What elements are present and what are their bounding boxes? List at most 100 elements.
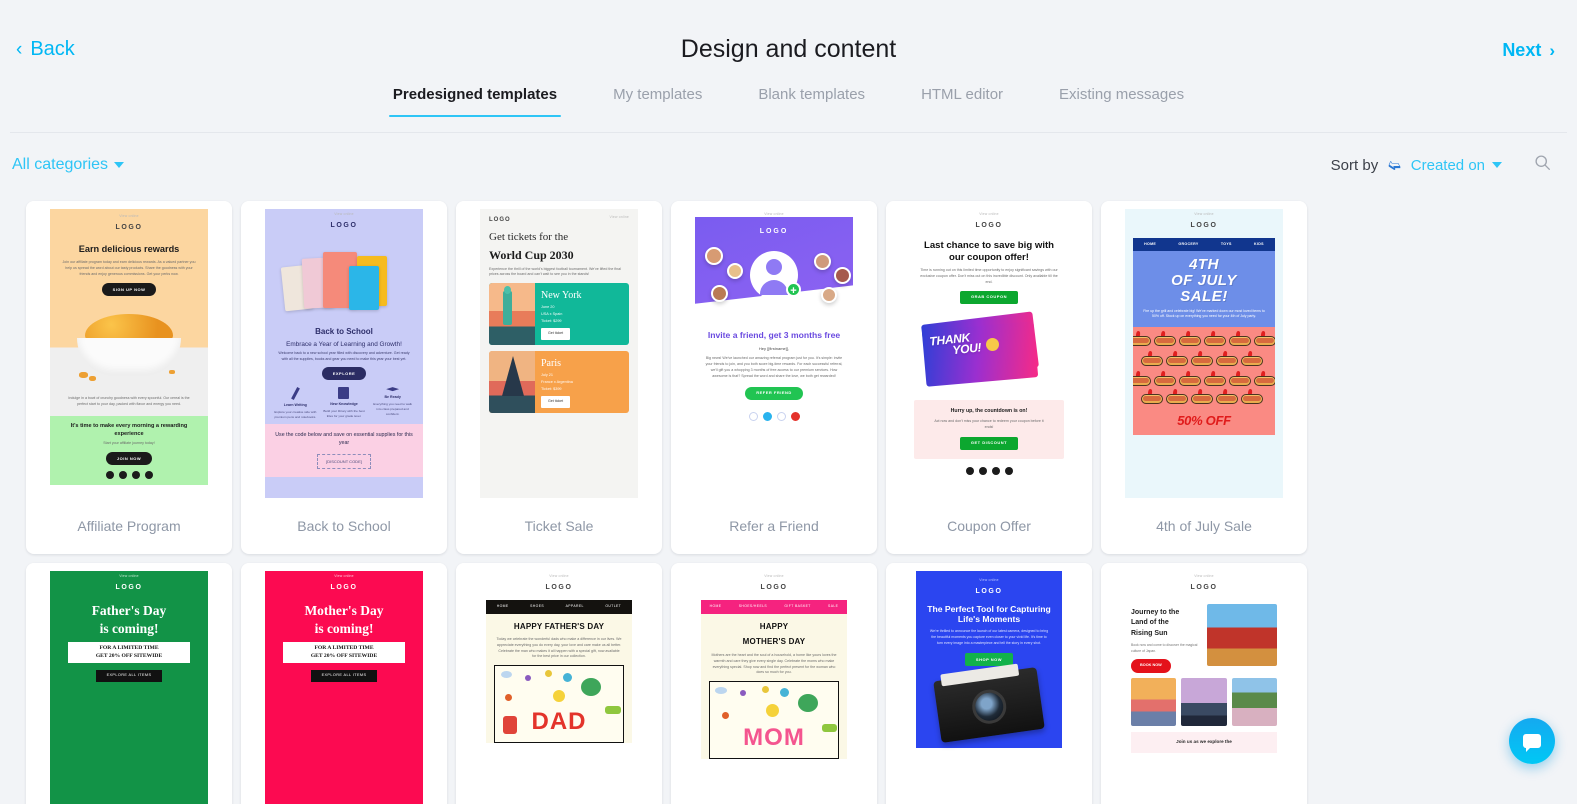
template-card-fathers-day[interactable]: View online LOGO Father's Day is coming!… [26,563,232,804]
thank-you-coupon-image: THANK YOU! [910,308,1068,396]
headline-line-1: The Perfect Tool for Capturing [927,603,1051,614]
template-thumbnail: View online LOGO Back to School Embrace … [241,201,447,498]
nav-item: HOME [709,604,722,609]
search-icon[interactable] [1534,154,1551,176]
feature-list: Learn Writing Explore your creative side… [265,382,423,424]
template-card-happy-fathers-day[interactable]: View online LOGO HOME SHOES APPAREL OUTL… [456,563,662,804]
template-card-refer-a-friend[interactable]: View online LOGO + Invite a friend, get … [671,201,877,554]
cta-button: SIGN UP NOW [101,283,157,297]
template-card-photography[interactable]: View online LOGO The Perfect Tool for Ca… [886,563,1092,804]
template-card-coupon-offer[interactable]: View online LOGO Last chance to save big… [886,201,1092,554]
tab-label: My templates [613,86,703,103]
all-categories-dropdown[interactable]: All categories [12,156,125,174]
preheader-text: View online [764,212,784,216]
tab-html-editor[interactable]: HTML editor [893,86,1031,117]
template-card-affiliate-program[interactable]: View online LOGO Earn delicious rewards … [26,201,232,554]
school-supplies-collage [265,240,423,322]
body-text: Time is running out on this limited time… [920,268,1058,284]
headline-line-2: is coming! [99,620,159,636]
headline: Invite a friend, get 3 months free [707,330,841,341]
email-icon [1004,466,1013,475]
facebook-icon [748,411,758,421]
template-name: Refer a Friend [729,518,819,534]
headline-line-2: MOTHER'S DAY [742,636,806,646]
template-card-4th-of-july-sale[interactable]: View online LOGO HOME GROCERY TOYS KIDS … [1101,201,1307,554]
destination-city: Paris [541,358,561,369]
sort-by-label: Sort by [1330,156,1379,174]
tab-existing-messages[interactable]: Existing messages [1031,86,1212,117]
body-text: We're thrilled to announce the launch of… [929,629,1049,645]
social-links [695,406,853,421]
smiley-emoji-icon [986,337,999,351]
nav-item: HOME [1144,241,1157,246]
photo-gallery [1131,673,1277,726]
preheader-text: View online [764,574,784,578]
avatar [834,267,851,285]
template-card-ticket-sale[interactable]: LOGO View online Get tickets for the Wor… [456,201,662,554]
chevron-down-icon [1492,162,1502,168]
body-text: Mothers are the heart and the soul of a … [711,652,837,675]
hot-dog-pattern-image: 50% OFF [1133,326,1275,435]
next-button-label: Next [1502,40,1542,60]
templates-page: ‹ Back Design and content Next › Predesi… [0,0,1577,804]
body-text: Today we celebrate the wonderful dads wh… [496,636,622,659]
tab-blank-templates[interactable]: Blank templates [730,86,893,117]
feature-text: Build your library with the best titles … [323,409,365,419]
gallery-photo [1181,677,1227,726]
template-thumbnail: View online LOGO Journey to the Land of … [1101,563,1307,804]
logo-text: LOGO [1190,584,1218,592]
template-card-japan-travel[interactable]: View online LOGO Journey to the Land of … [1101,563,1307,804]
logo-text: LOGO [330,222,358,230]
headline: Earn delicious rewards [78,243,180,254]
headline: HAPPY FATHER'S DAY [513,621,605,631]
headline-line-2: World Cup 2030 [489,247,574,262]
headline-line-1: Journey to the [1131,608,1180,616]
tab-label: Predesigned templates [392,86,558,103]
instagram-icon [776,411,786,421]
template-name: Coupon Offer [947,518,1031,534]
avatar [727,263,743,280]
youtube-icon [144,471,153,480]
logo-text: LOGO [545,584,573,592]
sort-descending-icon[interactable]: ➫ [1388,157,1401,174]
template-thumbnail: View online LOGO HOME SHOES APPAREL OUTL… [456,563,662,804]
tab-label: Blank templates [758,86,866,103]
promo-code: [DISCOUNT CODE] [317,454,371,470]
footer-cta-button: JOIN NOW [105,452,153,466]
cta-button: BOOK NOW [1131,658,1171,673]
footer-text: Join us as we explore the [1131,731,1277,753]
destination-city: New York [541,290,582,301]
sort-value-dropdown[interactable]: Created on [1411,157,1502,174]
twitter-icon [762,411,772,421]
logo-text: LOGO [115,224,143,232]
chat-widget-button[interactable] [1509,718,1555,764]
footer-headline: Hurry up, the countdown is on! [950,407,1028,414]
template-card-happy-mothers-day[interactable]: View online LOGO HOME SHOES/HEELS GIFT B… [671,563,877,804]
template-thumbnail: View online LOGO + Invite a friend, get … [671,201,877,498]
caption-text: Indulge in a bowl of crunchy goodness wi… [68,396,190,407]
tab-my-templates[interactable]: My templates [585,86,730,117]
next-button[interactable]: Next › [1502,40,1555,61]
destination-match: USA x Spain [541,311,563,316]
discount-text: 50% OFF [1177,413,1231,429]
nav-item: KIDS [1254,241,1264,246]
template-thumbnail: View online LOGO Mother's Day is coming!… [241,563,447,804]
promo-band-line-2: GET 20% OFF SITEWIDE [95,653,163,660]
destination-date: June 20 [541,305,555,309]
twitter-icon [118,471,127,480]
nav-item: GIFT BASKET [784,604,811,609]
preheader-text: View online [549,574,569,578]
referral-hero-image: LOGO + [695,217,853,324]
tab-predesigned-templates[interactable]: Predesigned templates [365,86,585,117]
destination-cta-button: Get ticket [541,396,571,408]
chevron-down-icon [114,162,125,168]
preheader-text: View online [1194,574,1214,578]
template-card-back-to-school[interactable]: View online LOGO Back to School Embrace … [241,201,447,554]
template-thumbnail: View online LOGO Father's Day is coming!… [26,563,232,804]
headline-line-2: Life's Moments [957,614,1021,625]
social-links [54,465,204,480]
headline: Last chance to save big with our coupon … [923,239,1055,263]
template-card-mothers-day[interactable]: View online LOGO Mother's Day is coming!… [241,563,447,804]
instagram-icon [131,471,140,480]
headline-line-3: Rising Sun [1131,629,1168,637]
